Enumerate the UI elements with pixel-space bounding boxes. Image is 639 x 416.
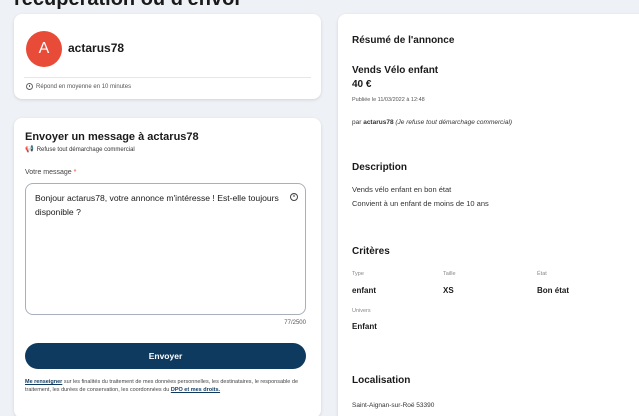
message-textarea-value: Bonjour actarus78, votre annonce m'intér… (35, 193, 279, 217)
criteria-universe-label: Univers (352, 308, 371, 314)
avatar[interactable]: A (26, 31, 62, 67)
criteria-state-value: Bon état (537, 286, 569, 295)
megaphone-icon: 📢 (25, 146, 34, 153)
ad-published-date: Publiée le 11/03/2022 à 12:48 (352, 97, 425, 103)
criteria-heading: Critères (352, 246, 390, 257)
legal-info-link[interactable]: Me renseigner (25, 379, 62, 385)
legal-text: sur les finalités du traitement de mes d… (25, 379, 299, 393)
clock-icon (26, 83, 33, 90)
send-button[interactable]: Envoyer (25, 343, 306, 369)
char-count: 77/2500 (284, 320, 306, 326)
required-mark: * (73, 169, 77, 176)
response-time: Répond en moyenne en 10 minutes (26, 83, 131, 90)
description-line: Convient à un enfant de moins de 10 ans (352, 199, 489, 208)
criteria-universe-value: Enfant (352, 322, 377, 331)
criteria-type-label: Type (352, 271, 364, 277)
no-commercial-text: Refuse tout démarchage commercial (36, 146, 135, 153)
ad-author-prefix: par (352, 119, 364, 126)
message-label-text: Votre message (25, 169, 72, 176)
ad-price: 40 € (352, 79, 372, 90)
page-heading: récupération ou d'envoi (14, 0, 240, 11)
ad-author-note: (Je refuse tout démarchage commercial) (393, 119, 513, 126)
location-heading: Localisation (352, 375, 411, 386)
seller-name[interactable]: actarus78 (68, 41, 124, 55)
criteria-state-label: État (537, 271, 547, 277)
no-commercial-notice: 📢 Refuse tout démarchage commercial (25, 146, 135, 153)
criteria-size-label: Taille (443, 271, 456, 277)
clear-icon[interactable]: × (290, 193, 298, 201)
summary-title: Résumé de l'annonce (352, 35, 455, 46)
criteria-size-value: XS (443, 286, 454, 295)
legal-notice: Me renseigner sur les finalités du trait… (25, 378, 306, 394)
ad-author-name[interactable]: actarus78 (363, 119, 393, 126)
ad-author: par actarus78 (Je refuse tout démarchage… (352, 119, 512, 126)
seller-divider (24, 77, 311, 78)
response-time-text: Répond en moyenne en 10 minutes (36, 83, 132, 90)
criteria-type-value: enfant (352, 286, 376, 295)
message-title: Envoyer un message à actarus78 (25, 131, 199, 143)
description-line: Vends vélo enfant en bon état (352, 185, 452, 194)
message-field-label: Votre message * (25, 169, 76, 176)
message-textarea[interactable]: Bonjour actarus78, votre annonce m'intér… (25, 183, 306, 315)
ad-title[interactable]: Vends Vélo enfant (352, 65, 438, 76)
dpo-link[interactable]: DPO et mes droits. (171, 387, 220, 393)
location-value: Saint-Aignan-sur-Roë 53390 (352, 402, 435, 409)
description-heading: Description (352, 162, 408, 173)
